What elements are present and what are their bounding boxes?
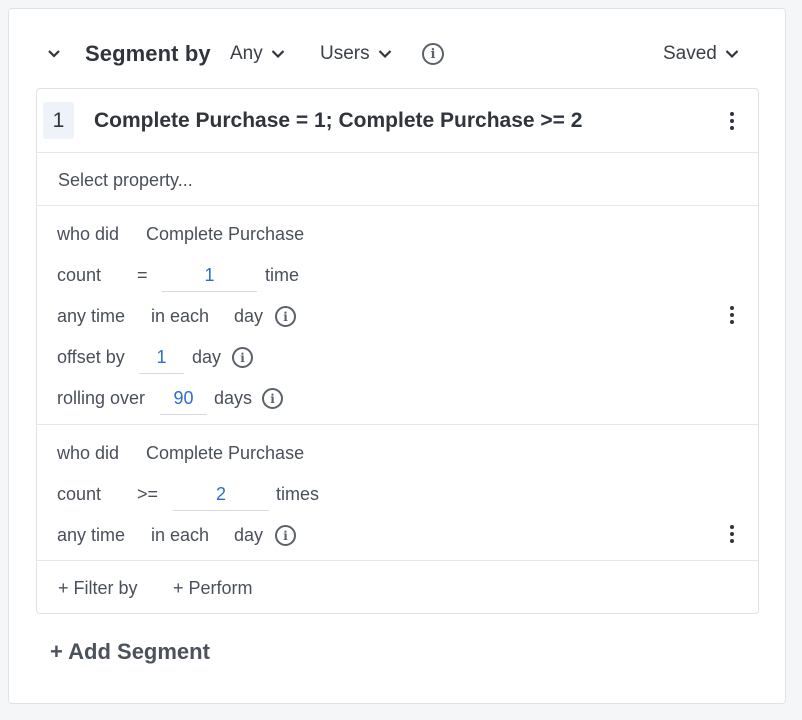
segment-panel: Segment by Any Users i Saved 1 Complete … xyxy=(8,8,786,704)
offset-unit: day xyxy=(192,347,222,367)
select-property-input[interactable]: Select property... xyxy=(37,153,758,206)
segment-header: Segment by Any Users i Saved xyxy=(9,9,785,99)
count-label: count xyxy=(57,484,102,504)
chevron-down-icon xyxy=(271,50,285,59)
condition-rolling-row: rolling over 90 days i xyxy=(57,388,457,415)
count-unit: times xyxy=(276,484,320,504)
condition-count-row: count = 1 time xyxy=(57,265,457,292)
frequency-selector[interactable]: in each xyxy=(151,525,209,546)
offset-value-input[interactable]: 1 xyxy=(139,347,184,374)
segment-card: 1 Complete Purchase = 1; Complete Purcha… xyxy=(36,88,759,614)
saved-dropdown[interactable]: Saved xyxy=(663,43,739,65)
event-selector[interactable]: Complete Purchase xyxy=(146,224,304,245)
chevron-down-icon xyxy=(725,50,739,59)
count-value-input[interactable]: 2 xyxy=(173,484,269,511)
operator-selector[interactable]: >= xyxy=(137,484,158,505)
info-icon[interactable]: i xyxy=(262,388,283,409)
chevron-down-icon xyxy=(378,50,391,59)
perform-button[interactable]: + Perform xyxy=(173,578,253,599)
users-dropdown[interactable]: Users xyxy=(320,43,392,65)
rolling-unit: days xyxy=(214,388,253,408)
info-icon[interactable]: i xyxy=(275,525,296,546)
time-range-selector[interactable]: any time xyxy=(57,306,125,327)
operator-selector[interactable]: = xyxy=(137,265,148,286)
segment-card-header: 1 Complete Purchase = 1; Complete Purcha… xyxy=(37,89,758,153)
condition-event-row: who did Complete Purchase xyxy=(57,224,457,248)
who-did-label: who did xyxy=(57,224,120,244)
condition-block: who did Complete Purchase count >= 2 tim… xyxy=(37,425,758,561)
offset-label: offset by xyxy=(57,347,125,367)
interval-selector[interactable]: day xyxy=(234,306,263,327)
segment-footer: + Filter by + Perform xyxy=(37,561,758,613)
filter-by-button[interactable]: + Filter by xyxy=(58,578,138,599)
info-icon[interactable]: i xyxy=(232,347,253,368)
interval-selector[interactable]: day xyxy=(234,525,263,546)
condition-time-row: any time in each day i xyxy=(57,525,457,549)
condition-time-row: any time in each day i xyxy=(57,306,457,330)
collapse-chevron-icon[interactable] xyxy=(46,47,62,61)
condition-offset-row: offset by 1 day i xyxy=(57,347,457,374)
count-value-input[interactable]: 1 xyxy=(162,265,257,292)
saved-dropdown-label: Saved xyxy=(663,43,717,64)
info-icon[interactable]: i xyxy=(275,306,296,327)
condition-event-row: who did Complete Purchase xyxy=(57,443,457,467)
any-dropdown-label: Any xyxy=(230,43,263,64)
segment-more-icon[interactable] xyxy=(724,110,740,132)
event-selector[interactable]: Complete Purchase xyxy=(146,443,304,464)
segment-by-title: Segment by xyxy=(85,41,211,66)
rolling-value-input[interactable]: 90 xyxy=(160,388,207,415)
users-dropdown-label: Users xyxy=(320,43,370,64)
rolling-label: rolling over xyxy=(57,388,146,408)
condition-more-icon[interactable] xyxy=(724,523,740,545)
who-did-label: who did xyxy=(57,443,120,463)
any-dropdown[interactable]: Any xyxy=(230,43,285,65)
segment-name[interactable]: Complete Purchase = 1; Complete Purchase… xyxy=(94,109,582,133)
info-icon[interactable]: i xyxy=(422,43,444,65)
time-range-selector[interactable]: any time xyxy=(57,525,125,546)
frequency-selector[interactable]: in each xyxy=(151,306,209,327)
condition-block: who did Complete Purchase count = 1 time… xyxy=(37,206,758,425)
count-label: count xyxy=(57,265,102,285)
segment-number: 1 xyxy=(43,102,74,139)
add-segment-button[interactable]: + Add Segment xyxy=(50,639,210,665)
condition-more-icon[interactable] xyxy=(724,304,740,326)
condition-count-row: count >= 2 times xyxy=(57,484,457,511)
count-unit: time xyxy=(265,265,300,285)
